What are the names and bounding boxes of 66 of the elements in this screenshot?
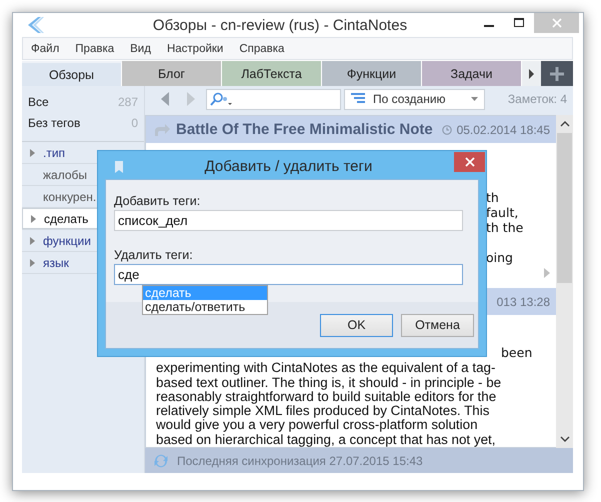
text-field[interactable]: список_дел [114,210,463,231]
tag-label: .тип [43,146,66,160]
search-icon [210,92,232,106]
menu-item[interactable]: Справка [231,42,292,55]
note-text: th the [486,220,524,236]
status-text: Последняя синхронизация 27.07.2015 15:43 [177,454,423,468]
filter-item[interactable]: Без тегов 0 [22,112,144,134]
caret-icon [471,97,478,102]
menu-item[interactable]: Правка [67,42,122,55]
sort-icon [351,93,365,106]
note-date: 05.02.2014 18:45 [456,122,550,137]
back-arrow-icon[interactable] [161,92,170,106]
search-field[interactable] [206,88,341,110]
note-count: Заметок: 4 [508,92,568,106]
sync-icon [153,452,169,468]
note-text: experimenting with CintaNotes as the equivalent of a tag- based text outliner. The thing is, it should - in principle - be reasonably straightforward to build suitable editors for the relatively simple XML files produced by CintaNotes. This would give you a very powerful cross-platform solution based on hierarchical tagging, a concept that has not yet, [156,361,502,447]
window-title: Обзоры - cn-review (rus) - CintaNotes [152,16,408,34]
tab[interactable]: ЛабТекста [222,61,322,86]
note-header[interactable]: Battle Of The Free Minimalistic Note 05.02.2014 18:45 [146,116,556,144]
tag-label: функции [43,234,91,248]
dialog-button[interactable]: OK [320,314,393,336]
text-field[interactable]: сде [114,264,463,285]
note-text: th [486,190,500,206]
count-label: 287 [118,94,138,109]
suggestion-item[interactable]: сделать/ответить [143,300,267,314]
filter-label: Без тегов [28,116,80,130]
expand-icon[interactable] [544,268,550,278]
dialog-title: Добавить / удалить теги [204,158,374,175]
scroll-thumb[interactable] [557,133,572,284]
dialog-button[interactable]: Отмена [401,314,474,336]
menu-item[interactable]: Настройки [158,42,232,55]
note-text: oing [486,250,514,266]
count-label: 0 [131,116,138,130]
filter-label: Все [28,94,49,109]
expand-icon[interactable] [31,214,36,223]
menu-item[interactable]: Вид [122,42,159,55]
expand-icon[interactable] [30,236,35,245]
close-icon [552,18,562,28]
tab[interactable]: Задачи [422,61,522,86]
tab[interactable]: Блог [122,61,222,86]
close-icon [464,157,474,167]
note-date: 013 13:28 [496,294,550,309]
plus-icon [550,66,564,81]
right-arrow-icon [528,68,535,79]
tag-item[interactable]: .тип [22,142,144,164]
tag-label: сделать [44,212,88,226]
tab[interactable]: Функции [322,61,422,86]
sort-dropdown[interactable]: По созданию [344,88,485,110]
menu-item[interactable]: Файл [23,42,68,55]
field-label: Добавить теги: [114,194,202,208]
tag-label: язык [43,256,69,270]
scroll-bar[interactable] [556,115,573,448]
note-text: fault, [486,205,520,220]
filter-item[interactable]: Все 287 [22,91,144,112]
clock-icon [442,124,452,135]
note-title: Battle Of The Free Minimalistic Note [176,121,433,138]
bookmark-icon [115,161,123,173]
note-text: been [501,346,534,362]
arrow-icon [154,122,170,137]
expand-icon[interactable] [30,148,35,157]
expand-icon[interactable] [30,258,35,267]
maximize-icon[interactable] [513,17,525,29]
close-button[interactable] [454,152,485,172]
scroll-tabs-button[interactable] [522,61,541,86]
tab[interactable]: Обзоры [22,61,122,86]
tag-label: жалобы [43,168,88,182]
